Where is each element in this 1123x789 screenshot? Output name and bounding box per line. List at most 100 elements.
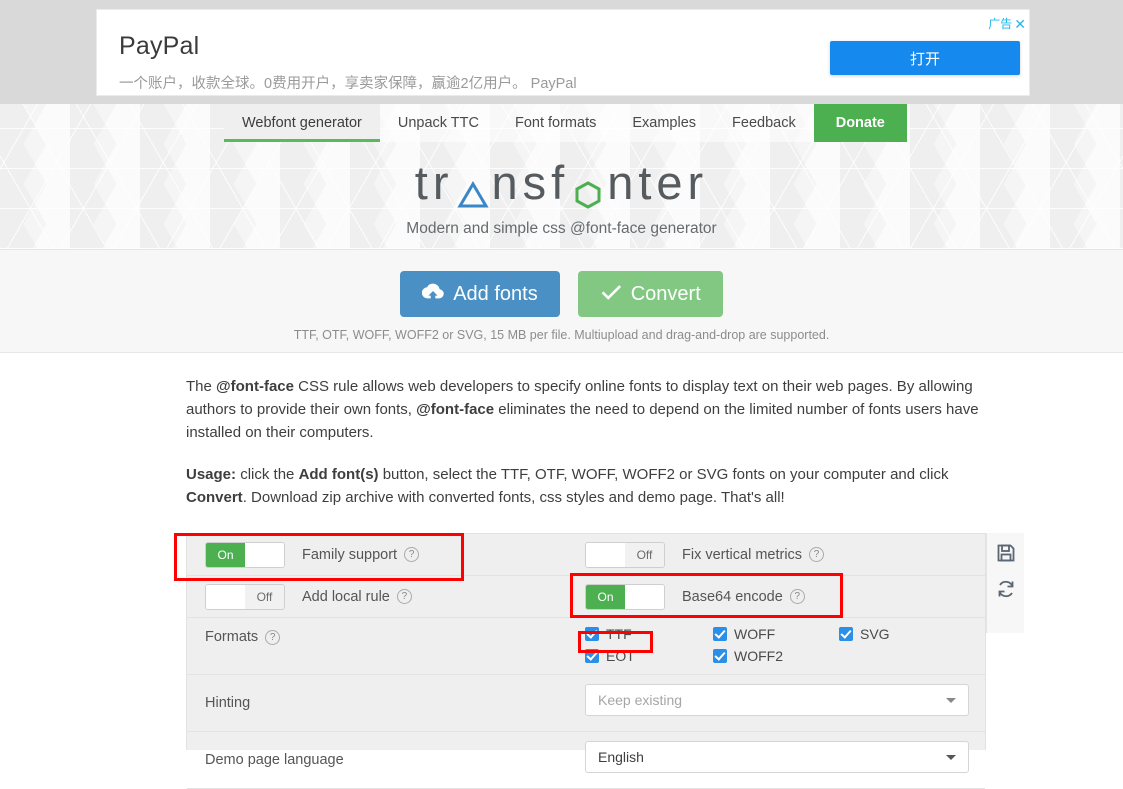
ad-open-button[interactable]: 打开 [830,41,1020,75]
refresh-icon[interactable] [996,579,1016,599]
logo-text-part-2: nsf [491,156,570,209]
base64-encode-label: Base64 encode ? [682,589,805,605]
toggle-on-segment[interactable]: On [206,584,245,609]
main-navigation: Webfont generator Unpack TTC Font format… [224,104,907,142]
demo-language-label: Demo page language [205,752,344,768]
checkbox-icon[interactable] [839,627,853,641]
base64-encode-toggle[interactable]: On Off [585,583,665,610]
convert-button[interactable]: Convert [577,271,723,317]
settings-panel: On Off Family support ? On Off Fix verti… [186,533,986,789]
help-icon[interactable]: ? [789,589,805,604]
fix-vertical-metrics-label: Fix vertical metrics ? [682,546,825,563]
checkbox-icon[interactable] [585,627,599,641]
site-logo: tr nsf nter [414,156,709,209]
settings-row-2: On Off Add local rule ? On Off Base64 en… [187,576,985,618]
label-text: Base64 encode [682,588,783,605]
help-icon[interactable]: ? [809,547,825,562]
formats-checkbox-grid: TTF WOFF SVG EOT WOFF2 [585,626,890,664]
tab-label: Font formats [514,115,597,131]
logo-text-part-3: nter [607,156,709,209]
hinting-value: Keep existing [598,692,683,708]
close-icon[interactable]: ✕ [1014,17,1026,31]
toggle-on-segment[interactable]: On [586,542,625,567]
toggle-on-segment[interactable]: On [206,542,245,567]
hexagon-icon [569,179,607,209]
desc-strong: @font-face [216,378,294,395]
chevron-down-icon[interactable] [946,698,956,703]
add-local-rule-toggle[interactable]: On Off [205,583,285,610]
action-button-row: Add fonts Convert [0,250,1123,317]
label-text: Formats [205,629,259,645]
upload-hint: TTF, OTF, WOFF, WOFF2 or SVG, 15 MB per … [293,328,830,342]
toggle-off-segment[interactable]: Off [625,584,664,609]
tab-font-formats[interactable]: Font formats [496,104,615,142]
format-checkbox-ttf[interactable]: TTF [585,626,713,642]
ad-description: 一个账户，收款全球。0费用开户，享卖家保障，赢逾2亿用户。 PayPal [119,76,577,92]
description-block: The @font-face CSS rule allows web devel… [186,375,986,509]
toggle-off-segment[interactable]: Off [245,542,284,567]
family-support-toggle[interactable]: On Off [205,541,285,568]
tab-label: Examples [632,115,697,131]
desc-text: click the [236,466,299,483]
checkbox-icon[interactable] [585,649,599,663]
site-tagline: Modern and simple css @font-face generat… [406,220,717,237]
checkbox-label: EOT [606,648,635,664]
help-icon[interactable]: ? [396,589,412,604]
demo-language-select[interactable]: English [585,741,969,773]
ad-card[interactable]: PayPal 一个账户，收款全球。0费用开户，享卖家保障，赢逾2亿用户。 Pay… [96,9,1030,96]
checkbox-label: SVG [860,626,890,642]
hinting-select[interactable]: Keep existing [585,684,969,716]
checkbox-label: TTF [606,626,632,642]
demo-language-value: English [598,749,644,765]
toggle-off-segment[interactable]: Off [625,542,664,567]
hinting-label: Hinting [205,695,251,711]
ad-banner-region: PayPal 一个账户，收款全球。0费用开户，享卖家保障，赢逾2亿用户。 Pay… [0,0,1123,104]
chevron-down-icon[interactable] [946,755,956,760]
help-icon[interactable]: ? [265,629,281,645]
add-fonts-button[interactable]: Add fonts [400,271,560,317]
tab-label: Feedback [732,115,796,131]
logo-text-part-1: tr [414,156,454,209]
settings-side-actions [986,533,1024,633]
tab-webfont-generator[interactable]: Webfont generator [224,104,380,142]
tab-label: Unpack TTC [397,115,479,131]
add-local-rule-label: Add local rule ? [302,589,412,605]
format-checkbox-woff2[interactable]: WOFF2 [713,648,839,664]
label-text: Fix vertical metrics [682,546,803,563]
format-checkbox-woff[interactable]: WOFF [713,626,839,642]
toggle-on-segment[interactable]: On [586,584,625,609]
description-paragraph-1: The @font-face CSS rule allows web devel… [186,375,986,444]
family-support-label: Family support ? [302,546,420,563]
formats-label: Formats ? [205,629,281,645]
format-checkbox-svg[interactable]: SVG [839,626,890,642]
setting-family-support: On Off Family support ? [205,534,420,575]
floppy-save-icon[interactable] [996,543,1016,563]
help-icon[interactable]: ? [404,547,420,562]
donate-button[interactable]: Donate [813,104,907,142]
triangle-icon [454,179,492,208]
toggle-off-segment[interactable]: Off [245,584,284,609]
desc-text: button, select the TTF, OTF, WOFF, WOFF2… [378,466,949,483]
setting-base64-encode: On Off Base64 encode ? [585,576,805,617]
tab-unpack-ttc[interactable]: Unpack TTC [379,104,497,142]
checkbox-icon[interactable] [713,649,727,663]
label-text: Family support [302,546,398,563]
checkbox-icon[interactable] [713,627,727,641]
fix-vertical-metrics-toggle[interactable]: On Off [585,541,665,568]
checkbox-label: WOFF2 [734,648,783,664]
ad-open-button-label: 打开 [909,50,940,68]
desc-text: The [186,378,217,395]
format-checkbox-eot[interactable]: EOT [585,648,713,664]
tab-examples[interactable]: Examples [614,104,715,142]
checkbox-label: WOFF [734,626,776,642]
tab-feedback[interactable]: Feedback [714,104,814,142]
settings-row-demo-language: Demo page language English [187,732,985,789]
desc-strong: Add font(s) [298,466,379,483]
check-icon [600,281,622,307]
setting-add-local-rule: On Off Add local rule ? [205,576,412,617]
ad-marker[interactable]: 广告 ✕ [988,15,1026,32]
logo-block: tr nsf nter Modern and simple css @font-… [0,159,1123,238]
desc-strong: @font-face [416,401,495,418]
add-fonts-label: Add fonts [453,282,538,305]
cloud-upload-icon [422,281,444,307]
